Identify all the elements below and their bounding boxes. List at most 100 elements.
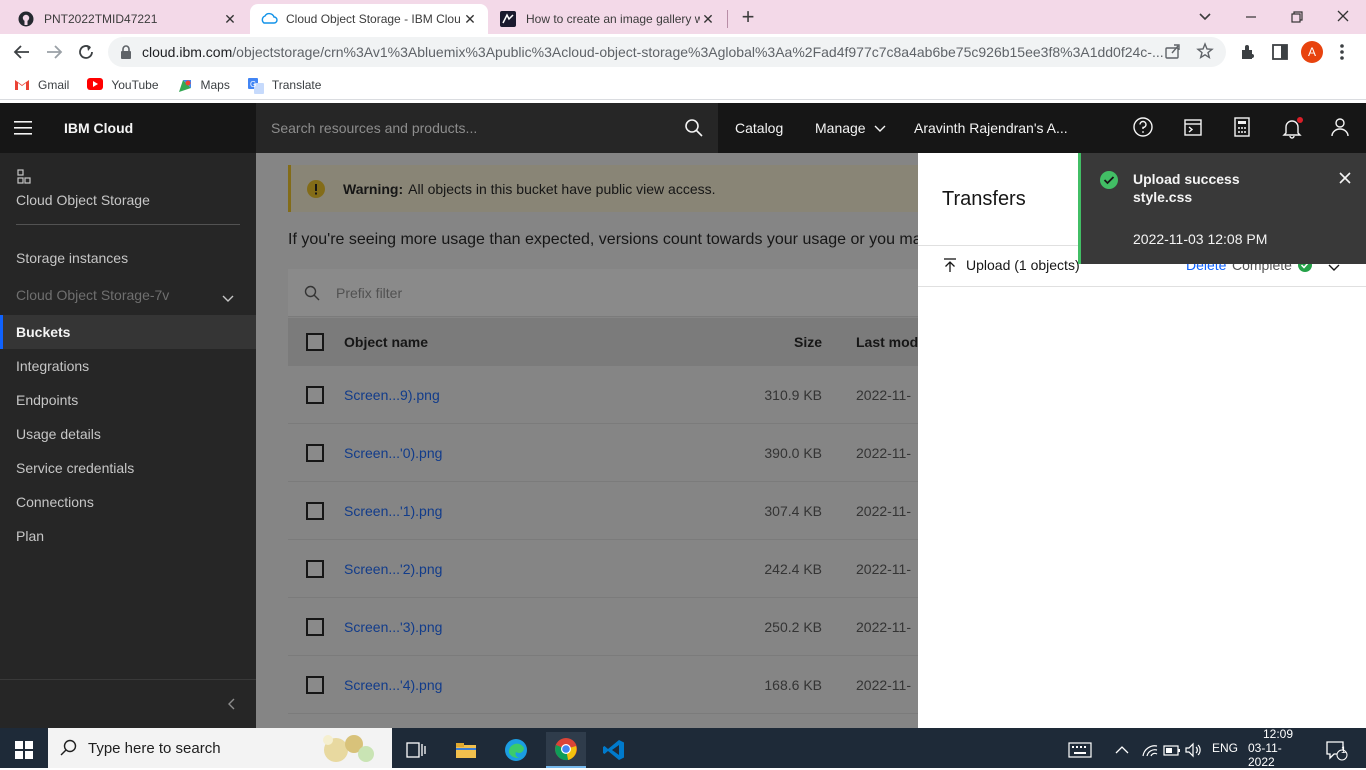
cloud-shell-icon[interactable] [1182, 116, 1206, 140]
translate-icon: G [247, 77, 264, 94]
bookmark-label: Maps [200, 77, 230, 92]
upload-label: Upload (1 objects) [966, 257, 1080, 273]
cost-estimator-icon[interactable] [1231, 116, 1255, 140]
sidebar-item-endpoints[interactable]: Endpoints [0, 383, 256, 417]
user-profile-icon[interactable] [1329, 116, 1353, 140]
close-icon[interactable] [1338, 171, 1352, 185]
chevron-up-icon[interactable] [1104, 732, 1140, 768]
restore-icon[interactable] [1286, 6, 1308, 28]
bookmark-label: YouTube [111, 77, 159, 92]
minimize-icon[interactable] [1240, 6, 1262, 28]
side-panel-icon[interactable] [1270, 42, 1290, 62]
chevron-down-icon [874, 120, 886, 136]
back-icon[interactable] [10, 40, 34, 64]
url-text: cloud.ibm.com/objectstorage/crn%3Av1%3Ab… [142, 44, 1164, 60]
site-icon [500, 11, 516, 27]
sidebar-divider [16, 224, 240, 225]
language-indicator[interactable]: ENG [1212, 728, 1238, 768]
ibm-cloud-icon [260, 11, 278, 27]
ibm-cloud-brand[interactable]: IBM Cloud [64, 103, 133, 153]
sidebar-item-usage-details[interactable]: Usage details [0, 417, 256, 451]
forward-icon[interactable] [42, 40, 66, 64]
close-window-icon[interactable] [1332, 6, 1354, 28]
account-switcher[interactable]: Aravinth Rajendran's A... [914, 103, 1068, 153]
close-tab-icon[interactable]: ✕ [222, 11, 238, 28]
task-view-icon[interactable] [396, 732, 436, 768]
manage-menu[interactable]: Manage [815, 103, 886, 153]
sidebar-item-integrations[interactable]: Integrations [0, 349, 256, 383]
sidebar-item-buckets[interactable]: Buckets [0, 315, 256, 349]
file-explorer-icon[interactable] [446, 732, 486, 768]
close-tab-icon[interactable]: ✕ [700, 11, 716, 28]
instance-selector[interactable]: Cloud Object Storage-7v [0, 278, 256, 312]
help-icon[interactable] [1132, 116, 1156, 140]
sidebar-divider [0, 679, 256, 680]
collapse-sidebar-icon[interactable] [226, 697, 238, 710]
touch-keyboard-icon[interactable] [1060, 732, 1100, 768]
notifications-bell-icon[interactable] [1280, 116, 1304, 140]
windows-start-icon[interactable] [4, 732, 44, 768]
sidebar-item-connections[interactable]: Connections [0, 485, 256, 519]
notification-count: 1 [1341, 745, 1347, 755]
chevron-down-icon [222, 290, 234, 306]
tab-divider [727, 10, 728, 28]
vscode-icon[interactable] [594, 732, 634, 768]
instance-name: Cloud Object Storage-7v [16, 287, 170, 303]
toast-title: Upload success [1133, 171, 1240, 187]
modal-overlay[interactable] [256, 153, 918, 728]
url-host: cloud.ibm.com [142, 44, 233, 60]
global-search-input[interactable]: Search resources and products... [256, 103, 718, 153]
bookmark-star-icon[interactable] [1196, 41, 1216, 63]
profile-avatar[interactable]: A [1301, 41, 1323, 63]
bookmark-maps[interactable]: Maps [177, 78, 230, 92]
reload-icon[interactable] [74, 40, 98, 64]
lock-icon [120, 45, 132, 59]
clock-time: 12:09 [1262, 727, 1294, 741]
object-storage-icon [16, 169, 32, 185]
search-icon[interactable] [684, 118, 704, 138]
svg-text:G: G [250, 80, 256, 89]
hamburger-menu-icon[interactable] [14, 119, 34, 137]
notification-center-icon[interactable]: 1 [1316, 732, 1356, 768]
tab-cloud-object-storage[interactable]: Cloud Object Storage - IBM Clou ✕ [250, 4, 488, 34]
browser-toolbar: cloud.ibm.com/objectstorage/crn%3Av1%3Ab… [0, 34, 1366, 70]
battery-icon[interactable] [1160, 732, 1184, 768]
chrome-browser-icon[interactable] [546, 732, 586, 768]
catalog-link[interactable]: Catalog [735, 103, 783, 153]
close-tab-icon[interactable]: ✕ [462, 11, 478, 28]
chrome-menu-icon[interactable] [1336, 42, 1348, 62]
tab-title: PNT2022TMID47221 [44, 12, 158, 26]
clock[interactable]: 12:09 03-11-2022 [1248, 727, 1308, 769]
toast-filename: style.css [1133, 189, 1193, 205]
tab-image-gallery[interactable]: How to create an image gallery w ✕ [490, 4, 726, 34]
share-icon[interactable] [1164, 42, 1184, 63]
address-bar[interactable]: cloud.ibm.com/objectstorage/crn%3Av1%3Ab… [108, 37, 1226, 67]
service-title[interactable]: Cloud Object Storage [16, 192, 150, 208]
edge-browser-icon[interactable] [496, 732, 536, 768]
search-icon [60, 739, 78, 761]
tab-search-chevron-icon[interactable] [1194, 6, 1216, 28]
clock-date: 03-11-2022 [1248, 741, 1282, 769]
upload-icon [942, 257, 958, 273]
tab-pnt2022[interactable]: PNT2022TMID47221 ✕ [8, 4, 248, 34]
bookmark-label: Gmail [38, 77, 70, 92]
url-path: /objectstorage/crn%3Av1%3Abluemix%3Apubl… [232, 44, 1164, 60]
extensions-icon[interactable] [1238, 42, 1258, 62]
success-check-icon [1099, 170, 1119, 190]
taskbar-search-placeholder: Type here to search [88, 739, 221, 757]
sidebar-item-service-credentials[interactable]: Service credentials [0, 451, 256, 485]
bookmark-translate[interactable]: G Translate [247, 77, 322, 94]
bookmarks-bar: Gmail YouTube Maps G Translate [0, 70, 1366, 100]
tab-title: How to create an image gallery w [526, 12, 700, 26]
sidebar-item-plan[interactable]: Plan [0, 519, 256, 553]
taskbar-search-input[interactable]: Type here to search [48, 728, 392, 768]
volume-icon[interactable] [1182, 732, 1206, 768]
toast-timestamp: 2022-11-03 12:08 PM [1133, 231, 1268, 247]
new-tab-button[interactable]: + [736, 4, 760, 30]
wifi-icon[interactable] [1138, 732, 1162, 768]
sidebar-item-storage-instances[interactable]: Storage instances [0, 241, 256, 275]
browser-tab-strip: PNT2022TMID47221 ✕ Cloud Object Storage … [0, 0, 1366, 34]
bookmark-youtube[interactable]: YouTube [87, 77, 159, 92]
bookmark-label: Translate [271, 77, 322, 92]
bookmark-gmail[interactable]: Gmail [14, 78, 69, 92]
